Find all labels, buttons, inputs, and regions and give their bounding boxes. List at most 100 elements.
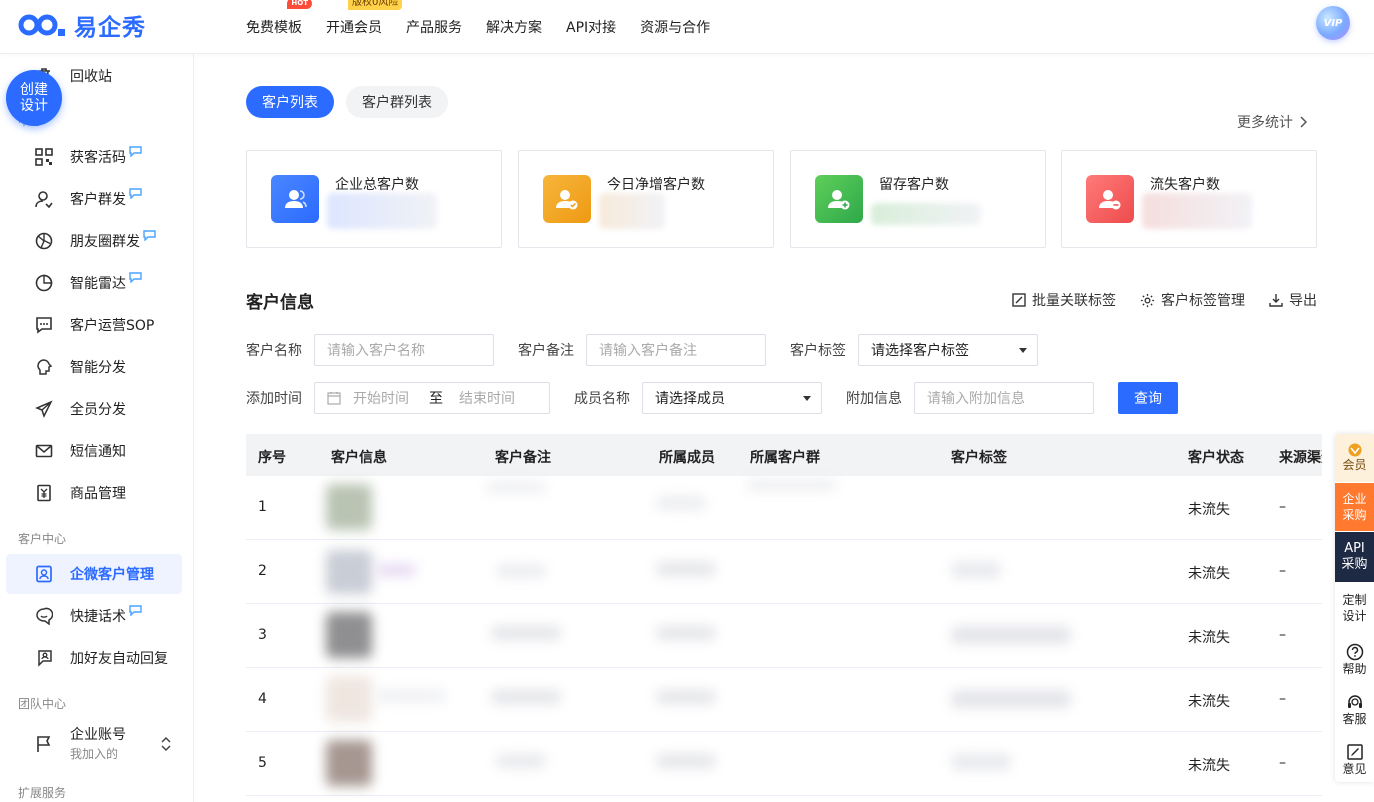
extra-info-input[interactable]: 请输入附加信息 xyxy=(914,382,1094,414)
name-blurred xyxy=(376,690,446,702)
user-plus-icon xyxy=(815,175,863,223)
ai-bubble-icon xyxy=(129,605,142,616)
member-blurred xyxy=(656,754,716,768)
tag-manage-button[interactable]: 客户标签管理 xyxy=(1140,290,1245,310)
customer-name-input[interactable]: 请输入客户名称 xyxy=(314,334,494,366)
logo-icon xyxy=(18,14,65,36)
tag-edit-icon xyxy=(1012,293,1026,307)
chevron-updown-icon[interactable] xyxy=(160,736,172,752)
sidebar-item-label: 智能分发 xyxy=(70,360,126,376)
member-select[interactable]: 请选择成员 xyxy=(642,382,822,414)
export-button[interactable]: 导出 xyxy=(1269,290,1317,310)
sidebar-item-label: 智能雷达 xyxy=(70,276,126,292)
date-range-picker[interactable]: 开始时间 至 结束时间 xyxy=(314,382,550,414)
batch-tag-button[interactable]: 批量关联标签 xyxy=(1012,290,1116,310)
table-row[interactable]: 2 未流失 – xyxy=(246,540,1322,604)
create-design-button[interactable]: 创建设计 xyxy=(6,70,62,126)
stat-card-retained: 留存客户数 xyxy=(790,150,1046,248)
sidebar-item-mass-message[interactable]: 客户群发 xyxy=(6,179,182,219)
customer-remark-input[interactable]: 请输入客户备注 xyxy=(586,334,766,366)
end-time-input[interactable]: 结束时间 xyxy=(459,388,515,408)
help-button[interactable]: 帮助 xyxy=(1335,638,1374,682)
member-float-button[interactable]: 会员 xyxy=(1335,434,1374,482)
stat-card-total: 企业总客户数 xyxy=(246,150,502,248)
nav-free-templates[interactable]: 免费模板 HOT xyxy=(246,0,312,37)
range-separator: 至 xyxy=(429,391,443,407)
filter-tag-label: 客户标签 xyxy=(790,343,846,359)
remark-blurred xyxy=(491,690,561,704)
stat-value-blurred xyxy=(1142,193,1252,229)
paper-plane-icon xyxy=(34,399,54,419)
th-tags: 客户标签 xyxy=(951,450,1007,466)
customer-service-button[interactable]: 客服 xyxy=(1335,688,1374,732)
sidebar-item-label: 加好友自动回复 xyxy=(70,651,168,667)
query-button[interactable]: 查询 xyxy=(1118,382,1178,414)
user-minus-icon xyxy=(1086,175,1134,223)
nav-membership[interactable]: 开通会员 版权0风险 xyxy=(326,0,403,37)
custom-design-button[interactable]: 定制设计 xyxy=(1335,586,1374,630)
sidebar-item-quick-replies[interactable]: 快捷话术 xyxy=(6,596,182,636)
nav-solutions[interactable]: 解决方案 xyxy=(486,17,542,37)
team-account-sub: 我加入的 xyxy=(70,747,119,761)
tab-group-list[interactable]: 客户群列表 xyxy=(346,86,448,118)
sidebar-item-label: 获客活码 xyxy=(70,150,126,166)
contact-card-icon xyxy=(34,564,54,584)
enterprise-purchase-button[interactable]: 企业采购 xyxy=(1335,483,1374,531)
table-row[interactable]: 3 未流失 – xyxy=(246,604,1322,668)
nav-api[interactable]: API对接 xyxy=(566,17,616,37)
table-row[interactable]: 1 未流失 – xyxy=(246,476,1322,540)
aperture-icon xyxy=(34,231,54,251)
more-stats-link[interactable]: 更多统计 xyxy=(1237,112,1307,132)
gear-icon xyxy=(1140,293,1155,307)
tag-blurred xyxy=(951,562,1001,578)
customer-tag-select[interactable]: 请选择客户标签 xyxy=(858,334,1038,366)
nav-products[interactable]: 产品服务 xyxy=(406,17,462,37)
batch-tag-label: 批量关联标签 xyxy=(1032,293,1116,309)
help-icon xyxy=(1346,643,1363,661)
th-group: 所属客户群 xyxy=(750,450,820,466)
th-member: 所属成员 xyxy=(659,450,715,466)
chat-user-icon xyxy=(34,648,54,668)
main-content: 客户列表 客户群列表 更多统计 企业总客户数 今日净增客户数 留存客户数 流失客… xyxy=(194,54,1374,802)
select-value: 请选择成员 xyxy=(655,391,725,407)
cell-index: 2 xyxy=(258,563,267,579)
qrcode-icon xyxy=(34,147,54,167)
feedback-button[interactable]: 意见 xyxy=(1335,738,1374,782)
table-row[interactable]: 4 未流失 – xyxy=(246,668,1322,732)
filter-member-label: 成员名称 xyxy=(574,391,630,407)
sidebar-item-smart-dist[interactable]: 智能分发 xyxy=(6,347,182,387)
sidebar-item-qrcode[interactable]: 获客活码 xyxy=(6,137,182,177)
sidebar-item-sms[interactable]: 短信通知 xyxy=(6,431,182,471)
sidebar: 回收站 中心 获客活码 客户群发 朋友圈群发 智能雷达 客户运营SOP xyxy=(0,54,194,802)
avatar-blurred xyxy=(326,612,372,658)
cell-index: 4 xyxy=(258,691,267,707)
user-check-icon xyxy=(543,175,591,223)
member-blurred xyxy=(656,690,716,704)
tab-customer-list[interactable]: 客户列表 xyxy=(246,86,334,118)
nav-resources[interactable]: 资源与合作 xyxy=(640,17,710,37)
cell-status: 未流失 xyxy=(1188,630,1230,646)
sidebar-item-sop[interactable]: 客户运营SOP xyxy=(6,305,182,345)
ai-bubble-icon xyxy=(129,146,142,157)
sidebar-item-radar[interactable]: 智能雷达 xyxy=(6,263,182,303)
hot-badge: HOT xyxy=(287,0,312,9)
right-float-bar: 会员 企业采购 API采购 定制设计 帮助 客服 意见 xyxy=(1335,434,1374,782)
stat-card-lost: 流失客户数 xyxy=(1061,150,1317,248)
float-label: 会员 xyxy=(1342,458,1367,472)
export-label: 导出 xyxy=(1289,293,1317,309)
start-time-input[interactable]: 开始时间 xyxy=(353,388,429,408)
vip-avatar[interactable]: VIP xyxy=(1316,6,1350,40)
api-purchase-button[interactable]: API采购 xyxy=(1335,532,1374,582)
sidebar-item-all-dist[interactable]: 全员分发 xyxy=(6,389,182,429)
main-nav: 免费模板 HOT 开通会员 版权0风险 产品服务 解决方案 API对接 资源与合… xyxy=(246,0,734,54)
ai-bubble-icon xyxy=(129,272,142,283)
sidebar-item-moments[interactable]: 朋友圈群发 xyxy=(6,221,182,261)
table-row[interactable]: 5 未流失 – xyxy=(246,732,1322,796)
create-design-label: 创建设计 xyxy=(20,82,48,114)
stat-value-blurred xyxy=(871,203,981,225)
brand-logo[interactable]: 易企秀 xyxy=(18,10,146,41)
th-index: 序号 xyxy=(258,450,286,466)
sidebar-item-products[interactable]: 商品管理 xyxy=(6,473,182,513)
sidebar-item-wecom-customers[interactable]: 企微客户管理 xyxy=(6,554,182,594)
sidebar-item-auto-reply[interactable]: 加好友自动回复 xyxy=(6,638,182,678)
